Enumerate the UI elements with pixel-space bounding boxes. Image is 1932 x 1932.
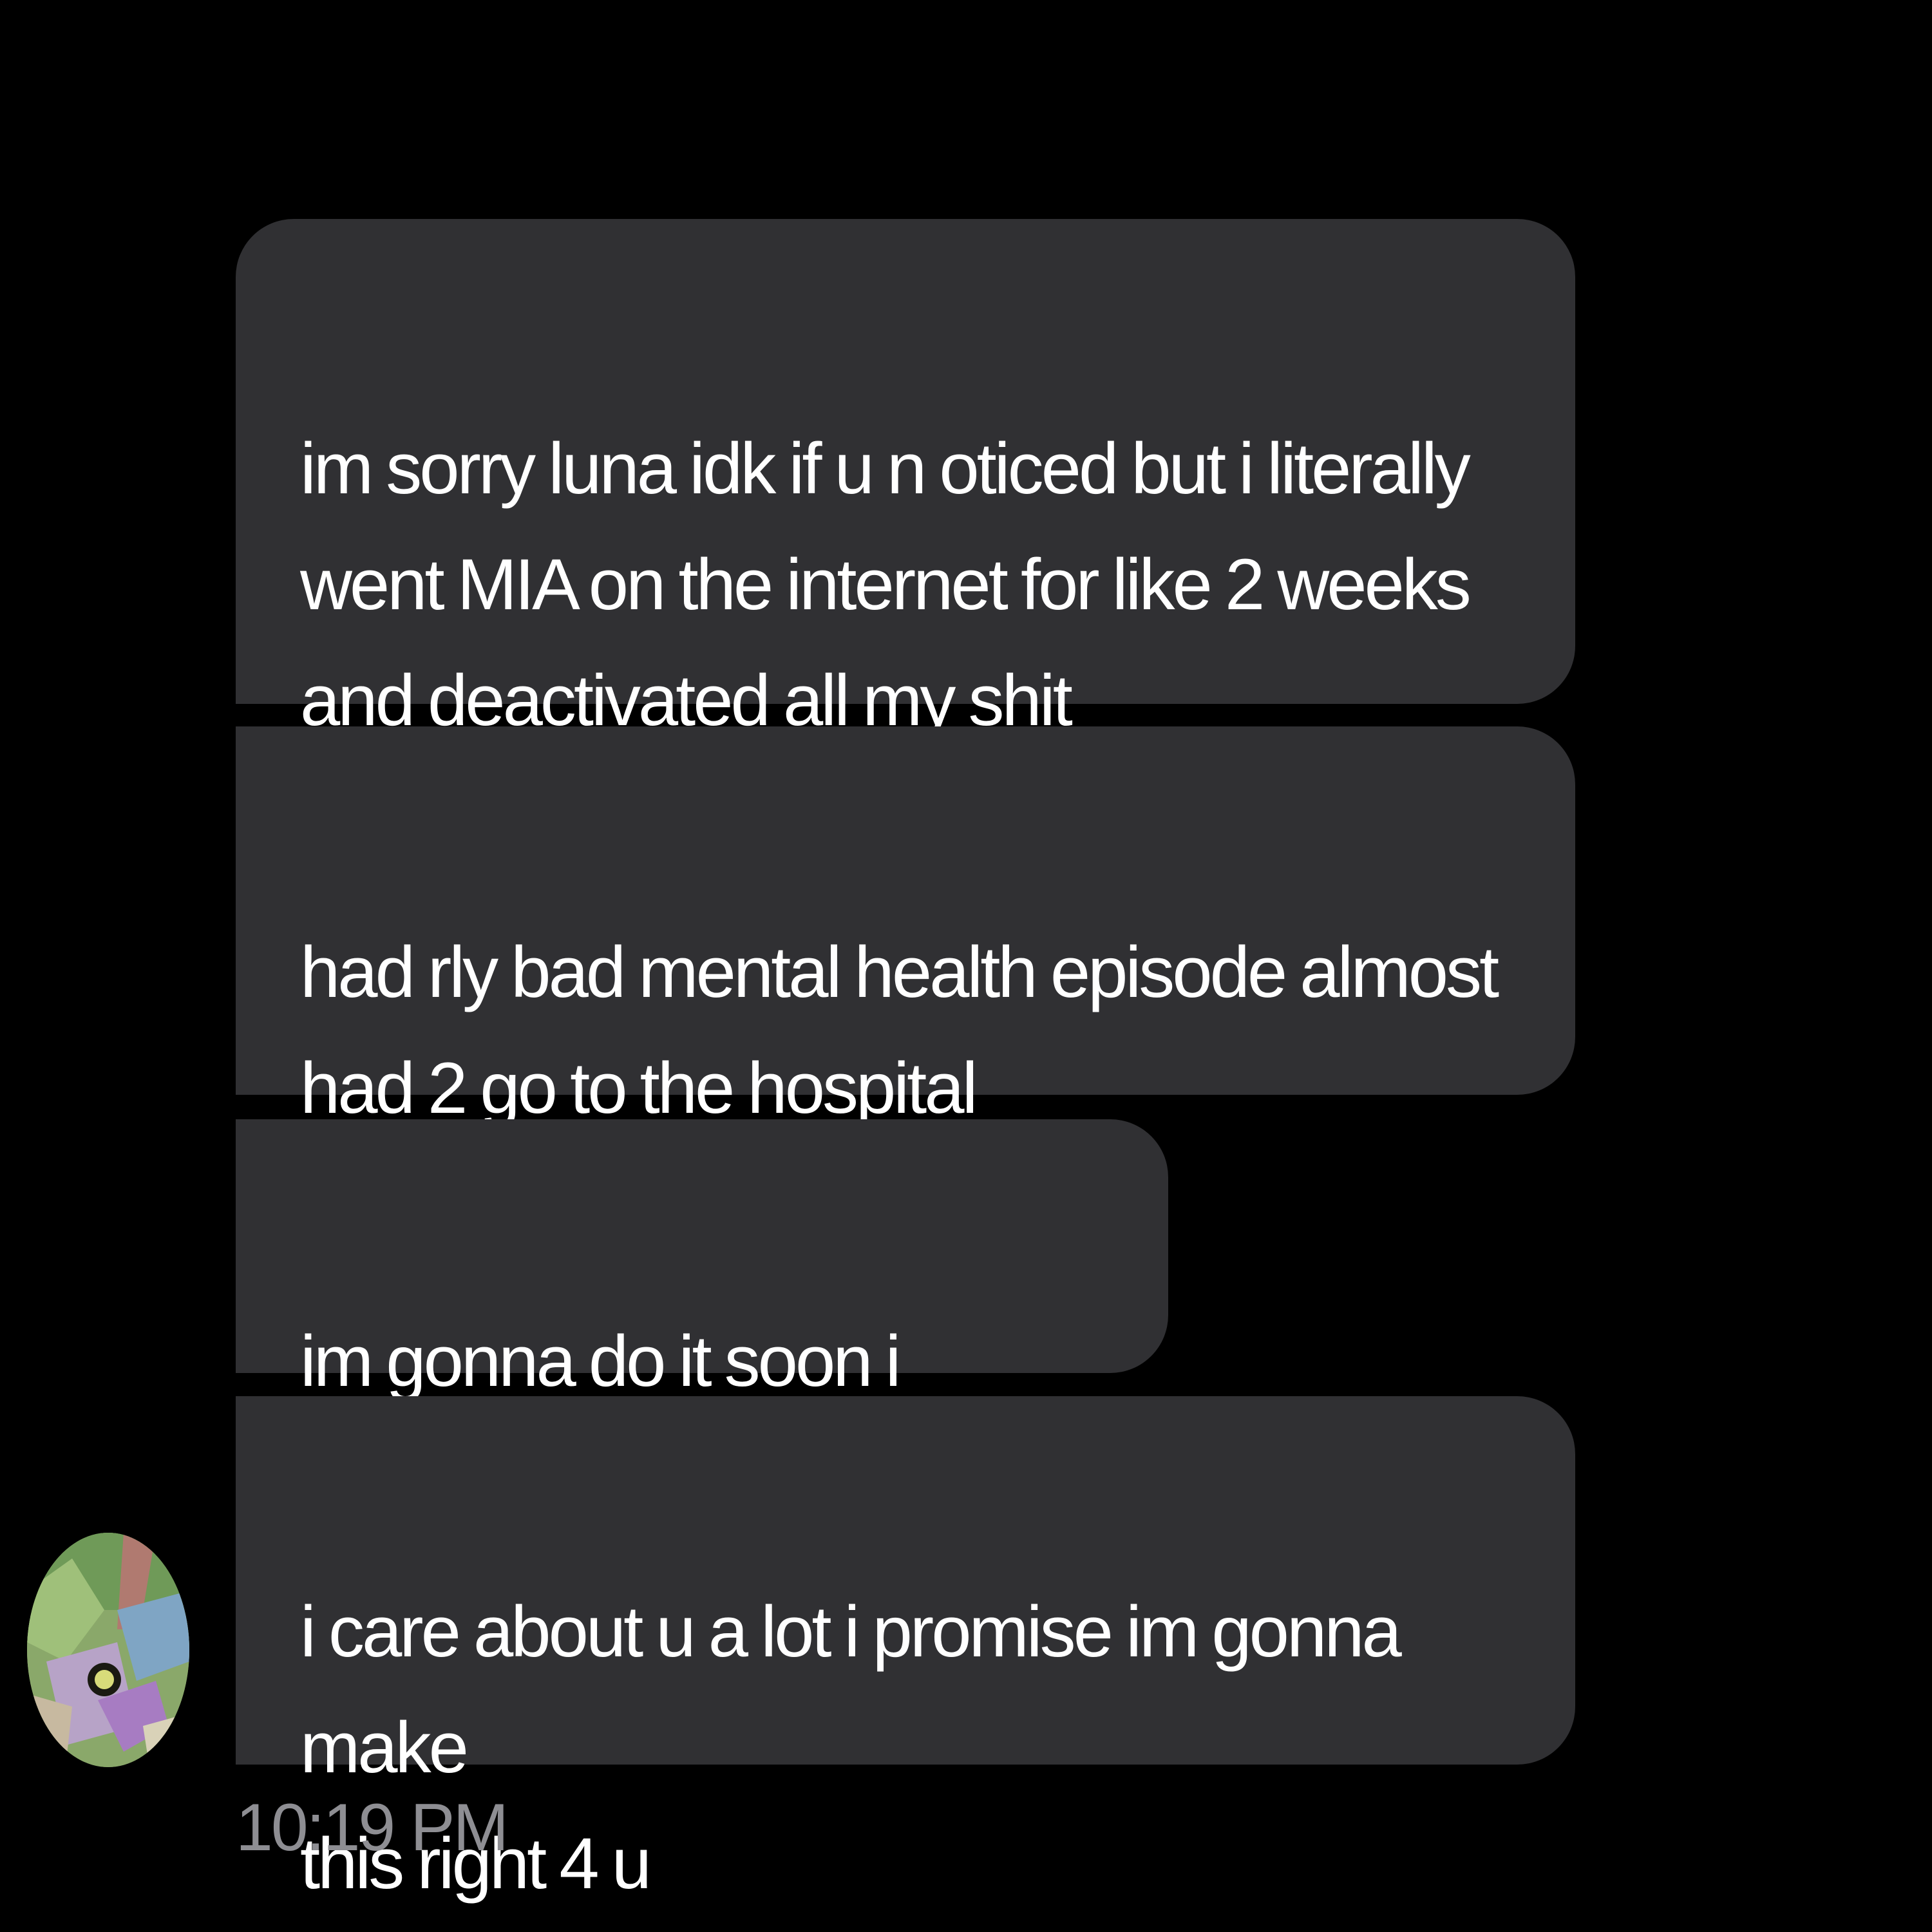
sender-avatar[interactable] [27, 1533, 189, 1767]
message-bubble[interactable]: im gonna do it soon i promise [236, 1119, 1168, 1517]
avatar-image [27, 1533, 189, 1767]
message-text: im sorry luna idk if u n oticed but i li… [300, 428, 1472, 741]
message-text: had rly bad mental health episode almost… [300, 932, 1499, 1128]
message-thread: im sorry luna idk if u n oticed but i li… [0, 0, 1932, 1932]
message-bubble[interactable]: had rly bad mental health episode almost… [236, 726, 1575, 1128]
message-bubble[interactable]: im sorry luna idk if u n oticed but i li… [236, 219, 1575, 741]
message-timestamp: 10:19 PM [236, 1790, 509, 1865]
message-bubble[interactable]: i care about u a lot i promise im gonna … [236, 1396, 1575, 1904]
